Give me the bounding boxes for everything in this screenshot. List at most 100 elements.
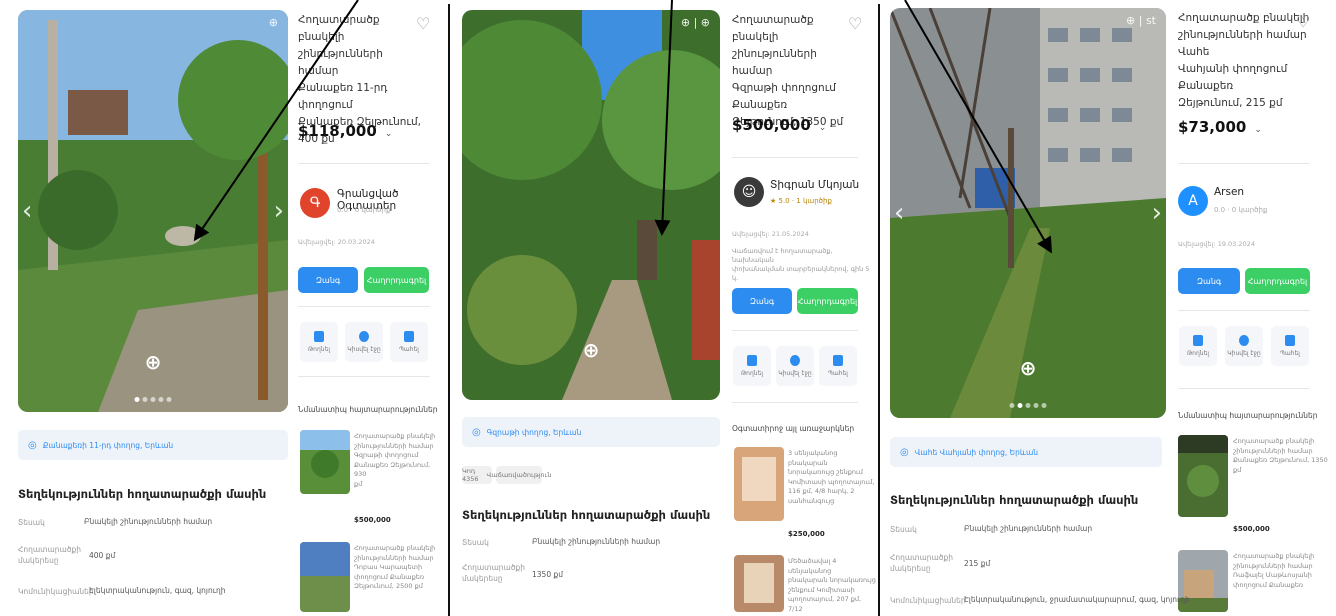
similar-listing-thumb[interactable] bbox=[734, 447, 784, 521]
zoom-icon[interactable]: ⊕ bbox=[1020, 356, 1037, 380]
share-action[interactable]: Կիսվել էջը bbox=[1225, 326, 1263, 366]
similar-listing-title[interactable]: Հողատարածք բնակելի շինությունների համար … bbox=[1233, 437, 1328, 475]
listing-photo[interactable]: ‹ › ⊕ ⊕ bbox=[18, 10, 288, 412]
similar-line: Հողատարածք բնակելի bbox=[1233, 552, 1315, 560]
save-action[interactable]: Պահել bbox=[390, 322, 428, 362]
similar-line: Գզրաթի փողոցում bbox=[354, 451, 419, 459]
save-action[interactable]: Պահել bbox=[1271, 326, 1309, 366]
info-value: 400 քմ bbox=[89, 551, 116, 560]
similar-heading: Օգտատիրոջ այլ առաջարկներ bbox=[732, 424, 855, 433]
info-key-line: Հողատարածքի bbox=[18, 545, 82, 554]
similar-line: շինությունների համար bbox=[354, 441, 434, 450]
message-button[interactable]: Հաղորդագրել bbox=[1245, 268, 1310, 294]
listing-date: Ավելացվել: 20.03.2024 bbox=[298, 238, 375, 246]
info-key: Հողատարածքի մակերեսը bbox=[18, 544, 81, 566]
title-line: Հողատարածք բնակելի bbox=[298, 14, 380, 43]
info-key-line: Հողատարածքի bbox=[890, 553, 954, 562]
similar-listing-thumb[interactable] bbox=[300, 430, 350, 494]
info-key: Հողատարածքի մակերեսը bbox=[890, 552, 953, 574]
similar-line: քմ bbox=[1233, 465, 1242, 474]
panel-separator bbox=[448, 4, 450, 616]
seller-name[interactable]: Arsen bbox=[1214, 186, 1244, 198]
similar-heading: Նմանատիպ հայտարարություններ bbox=[298, 405, 438, 414]
action-label: Թողնել bbox=[1187, 350, 1209, 357]
currency-chevron-icon[interactable]: ⌄ bbox=[1254, 125, 1262, 135]
favorite-heart-icon[interactable]: ♡ bbox=[848, 14, 862, 33]
info-value: 215 քմ bbox=[964, 559, 991, 568]
similar-listing-thumb[interactable] bbox=[734, 555, 784, 612]
seller-avatar[interactable]: ☺ bbox=[734, 177, 764, 207]
price-value: $500,000 bbox=[732, 116, 811, 134]
seller-name[interactable]: Տիգրան Մկոյան bbox=[770, 179, 859, 191]
similar-line: Քանաքեռ Զեյթունում, 930 bbox=[354, 460, 431, 479]
listing-photo[interactable]: ‹ › ⊕ ⊕ | st bbox=[890, 8, 1166, 418]
listing-price[interactable]: $73,000 ⌄ bbox=[1178, 118, 1262, 136]
similar-listing-title[interactable]: Հողատարածք բնակելի շինությունների համար … bbox=[354, 432, 444, 489]
similar-line: Մեծածավալ 4 սենյականոց bbox=[788, 557, 837, 575]
listing-panel-3: ‹ › ⊕ ⊕ | st Հողատարածք բնակելի շինությո… bbox=[882, 0, 1334, 616]
report-action[interactable]: Թողնել bbox=[300, 322, 338, 362]
thumb-image bbox=[734, 447, 784, 521]
seller-avatar[interactable]: Գ bbox=[300, 188, 330, 218]
price-value: $118,000 bbox=[298, 122, 377, 140]
action-label: Պահել bbox=[828, 370, 848, 377]
location-bar[interactable]: ◎ Գզրաթի փողոց, Երևան bbox=[462, 417, 720, 447]
divider bbox=[732, 402, 858, 403]
favorite-heart-icon[interactable]: ♡ bbox=[416, 14, 430, 33]
location-bar[interactable]: ◎ Վահե Վահյանի փողոց, Երևան bbox=[890, 437, 1162, 467]
share-action[interactable]: Կիսվել էջը bbox=[345, 322, 383, 362]
info-key-line: մակերեսը bbox=[462, 574, 503, 583]
thumb-image bbox=[734, 555, 784, 612]
similar-listing-price: $500,000 bbox=[354, 516, 391, 524]
title-line: շինությունների համար bbox=[732, 48, 817, 77]
message-button[interactable]: Հաղորդագրել bbox=[364, 267, 429, 293]
similar-line: շինությունների համար bbox=[1233, 446, 1313, 455]
favorite-heart-icon[interactable]: ♡ bbox=[1296, 12, 1310, 31]
title-line: Քանաքեռ 11-րդ փողոցում bbox=[298, 82, 388, 111]
call-button[interactable]: Զանգ bbox=[298, 267, 358, 293]
similar-line: պողոտայում, 207 քմ, 7/12 bbox=[788, 595, 862, 613]
prev-photo-arrow[interactable]: ‹ bbox=[894, 198, 904, 228]
photo-corner-icons[interactable]: ⊕ | ⊕ bbox=[681, 16, 710, 29]
info-value: 1350 քմ bbox=[532, 570, 563, 579]
similar-listing-title[interactable]: Մեծածավալ 4 սենյականոց բնակարան նորակառո… bbox=[788, 557, 876, 614]
listing-price[interactable]: $118,000 ⌄ bbox=[298, 122, 392, 140]
listing-photo[interactable]: › ⊕ ⊕ | ⊕ bbox=[462, 10, 720, 400]
similar-line: շինությունների համար bbox=[354, 553, 434, 562]
report-action[interactable]: Թողնել bbox=[733, 346, 771, 386]
similar-listing-title[interactable]: Հողատարածք բնակելի շինությունների համար … bbox=[1233, 552, 1314, 590]
share-action[interactable]: Կիսվել էջը bbox=[776, 346, 814, 386]
action-label: Թողնել bbox=[741, 370, 763, 377]
title-line: Հողատարածք բնակելի bbox=[1178, 12, 1310, 24]
info-value: Էլեկտրականություն, գազ, կոյուղի bbox=[89, 586, 226, 595]
currency-chevron-icon[interactable]: ⌄ bbox=[819, 123, 827, 133]
zoom-icon[interactable]: ⊕ bbox=[583, 338, 600, 362]
info-section-title: Տեղեկություններ հողատարածքի մասին bbox=[462, 508, 711, 522]
location-bar[interactable]: ◎ Քանաքեռի 11-րդ փողոց, Երևան bbox=[18, 430, 288, 460]
similar-listing-title[interactable]: 3 սենյականոց բնակարան նորակառույց շենքու… bbox=[788, 449, 876, 506]
seller-avatar[interactable]: A bbox=[1178, 186, 1208, 216]
message-button[interactable]: Հաղորդագրել bbox=[797, 288, 858, 314]
info-key-line: Հողատարածքի bbox=[462, 563, 526, 572]
call-button[interactable]: Զանգ bbox=[732, 288, 792, 314]
next-photo-arrow[interactable]: › bbox=[274, 196, 284, 226]
call-button[interactable]: Զանգ bbox=[1178, 268, 1240, 294]
divider bbox=[298, 376, 430, 377]
similar-listing-thumb[interactable] bbox=[1178, 435, 1228, 517]
listing-price[interactable]: $500,000 ⌄ bbox=[732, 116, 826, 134]
info-key: Կոմունիկացիաներ bbox=[18, 587, 94, 596]
zoom-icon[interactable]: ⊕ bbox=[145, 350, 162, 374]
save-action[interactable]: Պահել bbox=[819, 346, 857, 386]
currency-chevron-icon[interactable]: ⌄ bbox=[385, 129, 393, 139]
listing-tag: Վաճառվածություն bbox=[487, 466, 551, 484]
photo-corner-icons[interactable]: ⊕ | st bbox=[1126, 14, 1156, 27]
thumb-image bbox=[1178, 435, 1228, 517]
listing-date: Ավելացվել: 19.03.2024 bbox=[1178, 240, 1255, 248]
similar-listing-thumb[interactable] bbox=[300, 542, 350, 612]
report-action[interactable]: Թողնել bbox=[1179, 326, 1217, 366]
photo-corner-icons[interactable]: ⊕ bbox=[269, 16, 278, 29]
next-photo-arrow[interactable]: › bbox=[1152, 198, 1162, 228]
thumb-image bbox=[300, 430, 350, 494]
similar-listing-title[interactable]: Հողատարածք բնակելի շինությունների համար … bbox=[354, 544, 435, 592]
prev-photo-arrow[interactable]: ‹ bbox=[22, 196, 32, 226]
